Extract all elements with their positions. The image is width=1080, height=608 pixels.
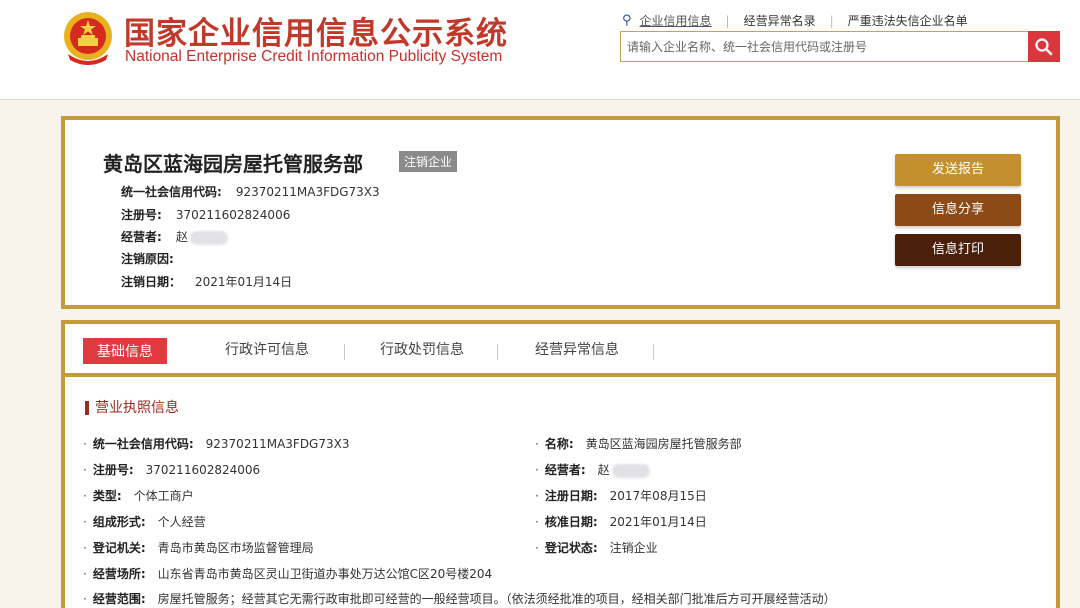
site-header: 国家企业信用信息公示系统 National Enterprise Credit … — [0, 0, 1080, 100]
redacted-name — [611, 463, 650, 478]
share-info-button[interactable]: 信息分享 — [895, 194, 1021, 226]
link-abnormal-list[interactable]: 经营异常名录 — [744, 12, 816, 29]
tab-bar: 基础信息 行政许可信息 行政处罚信息 经营异常信息 — [65, 324, 1056, 377]
search-icon: ⚲ — [622, 13, 632, 28]
tab-abnormal-ops[interactable]: 经营异常信息 — [535, 339, 619, 359]
field-type: · 类型: 个体工商户 — [83, 489, 194, 503]
print-info-button[interactable]: 信息打印 — [895, 234, 1021, 266]
redacted-name — [189, 230, 228, 245]
link-divider: | — [829, 13, 834, 28]
tab-divider — [653, 344, 654, 360]
section-title: 营业执照信息 — [85, 401, 179, 415]
field-scope: · 经营范围: 房屋托管服务；经营其它无需行政审批即可经营的一般经营项目。（依法须经… — [83, 592, 836, 606]
search-box — [620, 31, 1060, 62]
info-cancel-reason: 注销原因: — [121, 252, 174, 266]
field-composition: · 组成形式: 个人经营 — [83, 515, 206, 529]
top-links: ⚲ 企业信用信息 | 经营异常名录 | 严重违法失信企业名单 — [622, 12, 968, 29]
tab-basic-info[interactable]: 基础信息 — [83, 338, 167, 364]
tab-admin-license[interactable]: 行政许可信息 — [225, 339, 309, 359]
field-premises: · 经营场所: 山东省青岛市黄岛区灵山卫街道办事处万达公馆C区20号楼204 — [83, 567, 493, 581]
search-input[interactable] — [621, 32, 1028, 61]
field-operator: · 经营者: 赵 — [535, 461, 650, 478]
field-reg-status: · 登记状态: 注销企业 — [535, 541, 658, 555]
status-badge: 注销企业 — [399, 151, 458, 172]
field-authority: · 登记机关: 青岛市黄岛区市场监督管理局 — [83, 541, 314, 555]
field-reg-number: · 注册号: 370211602824006 — [83, 463, 261, 477]
info-reg-number: 注册号: 370211602824006 — [121, 208, 291, 222]
link-divider: | — [725, 13, 730, 28]
detail-panel: 基础信息 行政许可信息 行政处罚信息 经营异常信息 营业执照信息 · 统一社会信用… — [61, 320, 1060, 608]
tab-admin-penalty[interactable]: 行政处罚信息 — [380, 339, 464, 359]
site-title: 国家企业信用信息公示系统 — [124, 16, 508, 52]
field-credit-code: · 统一社会信用代码: 92370211MA3FDG73X3 — [83, 437, 350, 451]
company-name: 黄岛区蓝海园房屋托管服务部 — [103, 152, 363, 176]
field-approval-date: · 核准日期: 2021年01月14日 — [535, 515, 707, 529]
info-credit-code: 统一社会信用代码: 92370211MA3FDG73X3 — [121, 185, 380, 199]
field-name: · 名称: 黄岛区蓝海园房屋托管服务部 — [535, 437, 742, 451]
site-subtitle: National Enterprise Credit Information P… — [125, 48, 503, 65]
send-report-button[interactable]: 发送报告 — [895, 154, 1021, 186]
search-button[interactable] — [1028, 31, 1060, 62]
tab-divider — [497, 344, 498, 360]
field-reg-date: · 注册日期: 2017年08月15日 — [535, 489, 707, 503]
info-cancel-date: 注销日期： 2021年01月14日 — [121, 275, 293, 289]
info-operator: 经营者: 赵 — [121, 228, 228, 245]
company-card: 黄岛区蓝海园房屋托管服务部 注销企业 统一社会信用代码: 92370211MA3F… — [61, 116, 1060, 309]
link-blacklist[interactable]: 严重违法失信企业名单 — [848, 12, 968, 29]
magnifier-icon — [1035, 37, 1053, 55]
national-emblem-icon — [64, 12, 112, 65]
link-credit-info[interactable]: 企业信用信息 — [640, 12, 712, 29]
tab-divider — [344, 344, 345, 360]
